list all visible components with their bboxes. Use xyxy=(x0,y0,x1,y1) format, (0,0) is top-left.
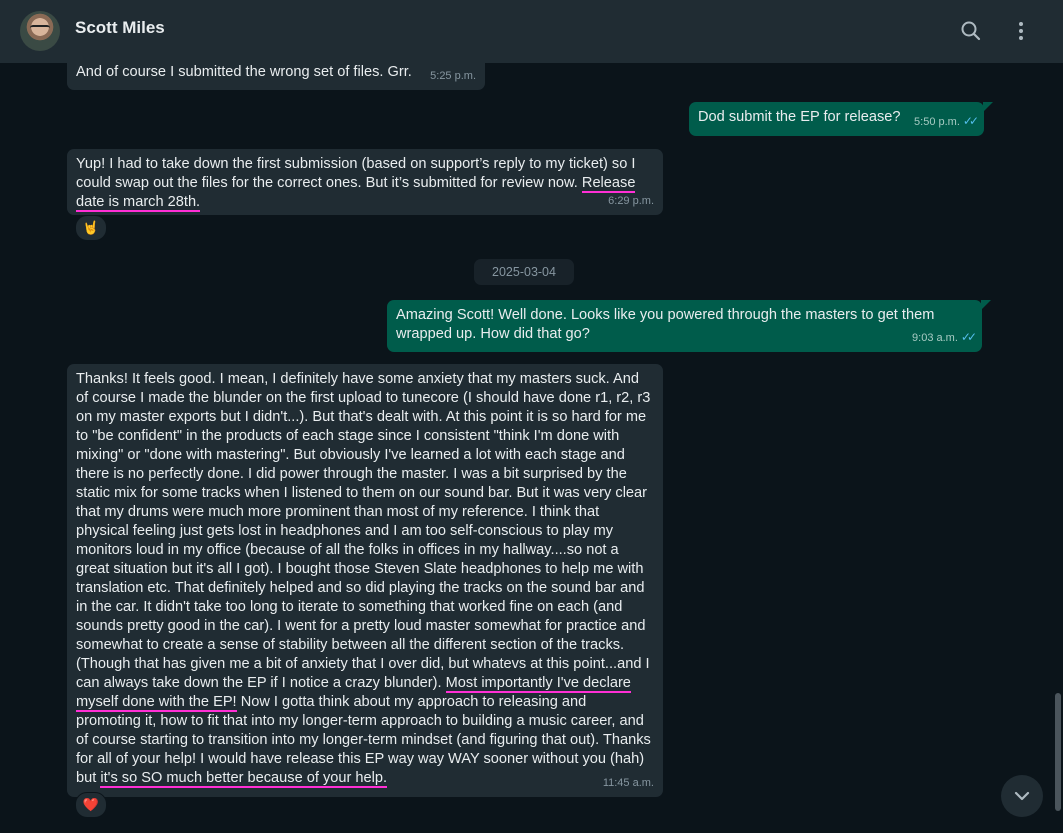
date-separator: 2025-03-04 xyxy=(474,259,574,285)
message-text: Dod submit the EP for release? xyxy=(698,109,901,125)
message-time: 11:45 a.m. xyxy=(602,777,654,789)
double-check-icon: ✓✓ xyxy=(962,114,979,128)
message-incoming[interactable]: Yup! I had to take down the first submis… xyxy=(67,149,663,215)
message-incoming[interactable]: And of course I submitted the wrong set … xyxy=(67,63,485,90)
menu-dots-icon[interactable] xyxy=(1008,18,1034,44)
message-time: 9:03 a.m. ✓✓ xyxy=(912,330,977,344)
scrollbar[interactable] xyxy=(1055,693,1061,811)
message-incoming[interactable]: Thanks! It feels good. I mean, I definit… xyxy=(67,364,663,797)
message-outgoing[interactable]: Dod submit the EP for release? 5:50 p.m.… xyxy=(689,102,984,136)
scroll-to-bottom-button[interactable] xyxy=(1001,775,1043,817)
chat-header: Scott Miles xyxy=(0,0,1063,63)
message-text: Thanks! It feels good. I mean, I definit… xyxy=(76,371,651,691)
message-time: 5:25 p.m. xyxy=(430,70,476,82)
contact-name[interactable]: Scott Miles xyxy=(75,18,165,38)
message-outgoing[interactable]: Amazing Scott! Well done. Looks like you… xyxy=(387,300,982,352)
reaction-badge[interactable]: 🤘 xyxy=(75,215,107,241)
search-icon[interactable] xyxy=(958,18,984,44)
message-time: 5:50 p.m. ✓✓ xyxy=(914,114,979,128)
double-check-icon: ✓✓ xyxy=(960,330,977,344)
message-text: And of course I submitted the wrong set … xyxy=(76,64,412,80)
avatar[interactable] xyxy=(20,11,60,51)
message-time: 6:29 p.m. xyxy=(608,195,654,207)
message-text: Yup! I had to take down the first submis… xyxy=(76,156,636,191)
message-text: Amazing Scott! Well done. Looks like you… xyxy=(396,307,935,342)
reaction-badge[interactable]: ❤️ xyxy=(75,792,107,818)
message-list[interactable]: And of course I submitted the wrong set … xyxy=(0,63,1063,833)
highlighted-text: it's so SO much better because of your h… xyxy=(100,770,388,788)
chevron-down-icon xyxy=(1014,791,1030,801)
